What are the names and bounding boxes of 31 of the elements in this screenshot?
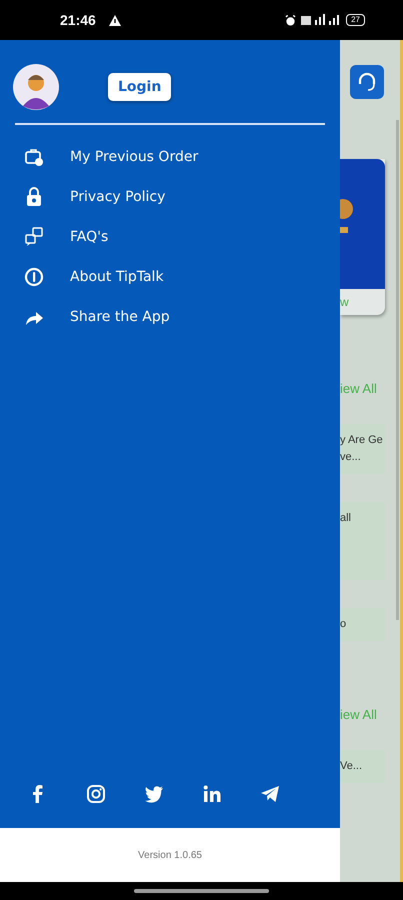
content-card[interactable]: y Are Ge ve... — [340, 424, 385, 474]
content-card[interactable]: all — [340, 502, 385, 580]
avatar-icon[interactable] — [13, 64, 59, 110]
card-text: ve... — [340, 450, 362, 465]
status-time: 21:46 — [60, 12, 96, 28]
headset-button[interactable] — [350, 65, 384, 99]
info-icon — [24, 266, 44, 286]
menu-item[interactable]: Privacy Policy — [70, 188, 166, 204]
signal-icon — [301, 14, 342, 26]
lock-icon — [24, 186, 44, 206]
version-text: Version 1.0.65 — [138, 850, 202, 860]
warning-icon — [108, 14, 121, 26]
briefcase-icon — [24, 146, 44, 166]
chat-icon — [24, 226, 44, 246]
battery-indicator: 27 — [346, 14, 365, 26]
menu-item[interactable]: FAQ's — [70, 228, 108, 244]
card-text: y Are Ge — [340, 433, 384, 448]
login-button[interactable]: Login — [108, 73, 172, 101]
telegram-icon[interactable] — [260, 784, 280, 804]
menu-item[interactable]: About TipTalk — [70, 268, 164, 284]
twitter-icon[interactable] — [144, 784, 164, 804]
linkedin-icon[interactable] — [202, 784, 222, 804]
card-text: o — [340, 617, 348, 632]
content-card[interactable]: o — [340, 608, 385, 641]
menu-item[interactable]: Share the App — [70, 308, 170, 324]
card-text: all — [340, 511, 352, 526]
alarm-icon — [285, 14, 296, 26]
card-text: Ve... — [340, 759, 364, 774]
instagram-icon[interactable] — [86, 784, 106, 804]
content-card[interactable]: Ve... — [340, 750, 385, 783]
menu-item[interactable]: My Previous Order — [70, 148, 198, 164]
